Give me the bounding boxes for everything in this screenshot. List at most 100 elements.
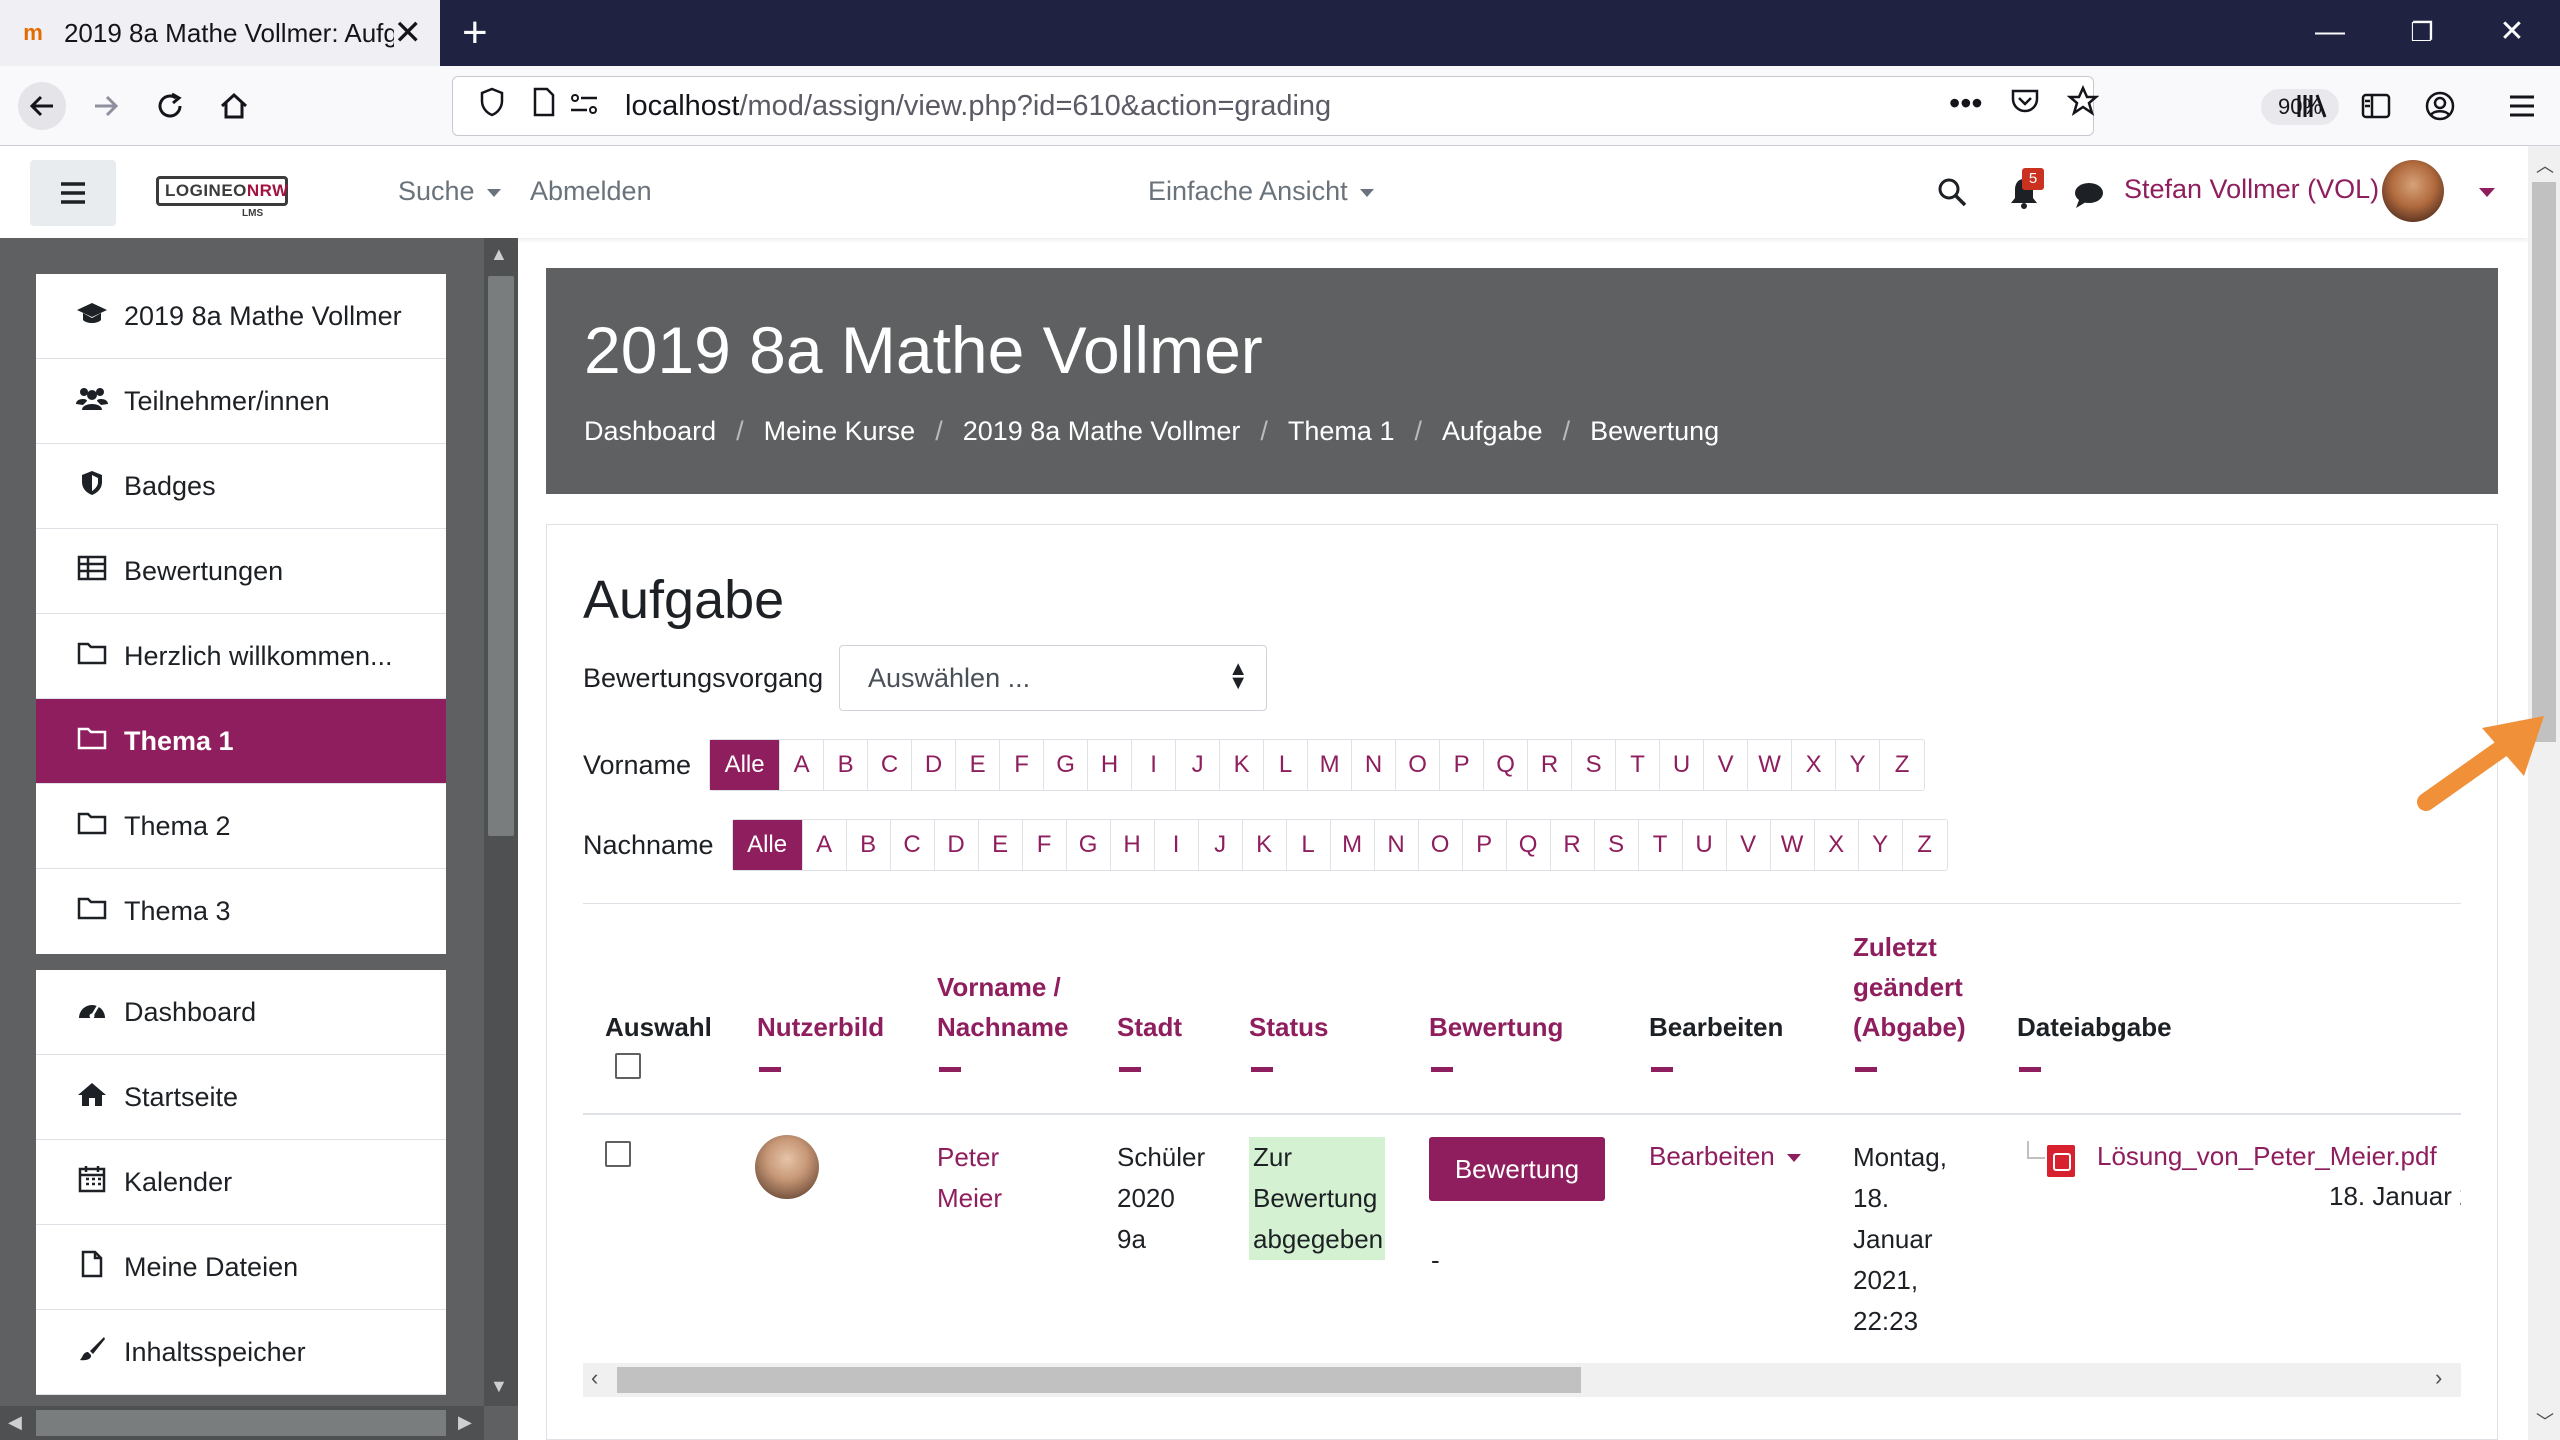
edit-dropdown-button[interactable]: Bearbeiten — [1649, 1141, 1801, 1172]
logout-link[interactable]: Abmelden — [530, 176, 652, 207]
new-tab-icon[interactable]: + — [462, 8, 488, 58]
firstname-initial-t[interactable]: T — [1616, 740, 1661, 790]
lastname-initial-m[interactable]: M — [1331, 820, 1375, 870]
collapse-column-icon[interactable] — [1651, 1067, 1673, 1072]
bookmark-star-icon[interactable] — [2066, 84, 2100, 125]
page-scroll-down-icon[interactable]: ﹀ — [2536, 1408, 2554, 1434]
lastname-initial-n[interactable]: N — [1375, 820, 1419, 870]
firstname-initial-j[interactable]: J — [1176, 740, 1221, 790]
column-header-picture[interactable]: Nutzerbild — [757, 1007, 884, 1047]
firstname-initial-m[interactable]: M — [1308, 740, 1353, 790]
permissions-icon[interactable] — [569, 92, 599, 121]
tab-close-icon[interactable]: ✕ — [394, 16, 423, 50]
firstname-initial-p[interactable]: P — [1440, 740, 1485, 790]
firstname-initial-d[interactable]: D — [912, 740, 957, 790]
lastname-initial-r[interactable]: R — [1551, 820, 1595, 870]
drawer-horizontal-scrollbar-thumb[interactable] — [36, 1410, 446, 1436]
restore-icon[interactable]: ❐ — [2392, 10, 2452, 54]
firstname-initial-i[interactable]: I — [1132, 740, 1177, 790]
lastname-initial-l[interactable]: L — [1287, 820, 1331, 870]
collapse-column-icon[interactable] — [2019, 1067, 2041, 1072]
lastname-initial-h[interactable]: H — [1111, 820, 1155, 870]
drawer-scroll-up-icon[interactable]: ▲ — [490, 244, 508, 265]
scroll-right-icon[interactable]: › — [2435, 1365, 2442, 1391]
sidebar-item-badges[interactable]: Badges — [36, 444, 446, 529]
firstname-initial-n[interactable]: N — [1352, 740, 1397, 790]
collapse-column-icon[interactable] — [1431, 1067, 1453, 1072]
breadcrumb-item-current[interactable]: Bewertung — [1590, 416, 1719, 447]
search-icon[interactable] — [1936, 176, 1968, 213]
firstname-initial-g[interactable]: G — [1044, 740, 1089, 790]
collapse-column-icon[interactable] — [1251, 1067, 1273, 1072]
url-text[interactable]: localhost/mod/assign/view.php?id=610&act… — [625, 90, 1331, 123]
lastname-initial-y[interactable]: Y — [1859, 820, 1903, 870]
breadcrumb-item[interactable]: Meine Kurse — [764, 416, 916, 447]
firstname-initial-q[interactable]: Q — [1484, 740, 1529, 790]
grade-button[interactable]: Bewertung — [1429, 1137, 1605, 1201]
lastname-initial-z[interactable]: Z — [1903, 820, 1947, 870]
breadcrumb-item[interactable]: 2019 8a Mathe Vollmer — [963, 416, 1241, 447]
search-menu[interactable]: Suche — [398, 176, 501, 207]
column-header-name-line1[interactable]: Vorname / — [937, 967, 1061, 1007]
home-icon[interactable] — [212, 84, 256, 128]
sidebar-item-course[interactable]: 2019 8a Mathe Vollmer — [36, 274, 446, 359]
back-arrow-icon[interactable] — [18, 82, 66, 130]
reload-icon[interactable] — [148, 84, 192, 128]
column-header-name-line2[interactable]: Nachname — [937, 1007, 1069, 1047]
firstname-initial-o[interactable]: O — [1396, 740, 1441, 790]
collapse-column-icon[interactable] — [759, 1067, 781, 1072]
drawer-scroll-right-icon[interactable]: ▶ — [458, 1412, 472, 1433]
drawer-scrollbar-thumb[interactable] — [488, 276, 514, 836]
account-icon[interactable] — [2418, 84, 2462, 128]
student-first-name[interactable]: Peter — [937, 1137, 999, 1178]
collapse-column-icon[interactable] — [1855, 1067, 1877, 1072]
firstname-initial-w[interactable]: W — [1748, 740, 1793, 790]
firstname-initial-a[interactable]: A — [780, 740, 825, 790]
breadcrumb-item[interactable]: Aufgabe — [1442, 416, 1543, 447]
sidebar-item-thema-3[interactable]: Thema 3 — [36, 869, 446, 954]
window-close-icon[interactable]: ✕ — [2482, 10, 2542, 54]
firstname-initial-b[interactable]: B — [824, 740, 869, 790]
lastname-initial-j[interactable]: J — [1199, 820, 1243, 870]
firstname-initial-c[interactable]: C — [868, 740, 913, 790]
column-header-modified-line3[interactable]: (Abgabe) — [1853, 1007, 1966, 1047]
url-bar[interactable]: localhost/mod/assign/view.php?id=610&act… — [452, 76, 2339, 136]
site-logo[interactable]: LOGINEONRW LMS — [156, 176, 288, 219]
select-all-checkbox[interactable] — [615, 1053, 641, 1079]
user-menu-name[interactable]: Stefan Vollmer (VOL) — [2124, 174, 2379, 205]
firstname-initial-all[interactable]: Alle — [710, 740, 781, 790]
sidebar-item-thema-1[interactable]: Thema 1 — [36, 699, 446, 784]
firstname-initial-l[interactable]: L — [1264, 740, 1309, 790]
drawer-scroll-left-icon[interactable]: ◀ — [8, 1412, 22, 1433]
collapse-column-icon[interactable] — [1119, 1067, 1141, 1072]
breadcrumb-item[interactable]: Thema 1 — [1288, 416, 1395, 447]
sidebar-item-grades[interactable]: Bewertungen — [36, 529, 446, 614]
lastname-initial-v[interactable]: V — [1727, 820, 1771, 870]
lastname-initial-q[interactable]: Q — [1507, 820, 1551, 870]
library-icon[interactable] — [2290, 84, 2334, 128]
student-last-name[interactable]: Meier — [937, 1178, 1002, 1219]
firstname-initial-h[interactable]: H — [1088, 740, 1133, 790]
breadcrumb-item[interactable]: Dashboard — [584, 416, 716, 447]
forward-arrow-icon[interactable] — [84, 84, 128, 128]
row-select-checkbox[interactable] — [605, 1141, 631, 1167]
submitted-file-link[interactable]: Lösung_von_Peter_Meier.pdf — [2097, 1141, 2437, 1172]
page-icon[interactable] — [531, 87, 557, 125]
sidebar-item-calendar[interactable]: Kalender — [36, 1140, 446, 1225]
shield-icon[interactable] — [479, 87, 505, 125]
collapse-column-icon[interactable] — [939, 1067, 961, 1072]
lastname-initial-d[interactable]: D — [935, 820, 979, 870]
lastname-initial-all[interactable]: Alle — [732, 820, 803, 870]
lastname-initial-i[interactable]: I — [1155, 820, 1199, 870]
firstname-initial-v[interactable]: V — [1704, 740, 1749, 790]
firstname-initial-r[interactable]: R — [1528, 740, 1573, 790]
column-header-status[interactable]: Status — [1249, 1007, 1328, 1047]
sidebar-icon[interactable] — [2354, 84, 2398, 128]
message-icon[interactable] — [2072, 180, 2106, 215]
firstname-initial-y[interactable]: Y — [1836, 740, 1881, 790]
sidebar-item-content-bank[interactable]: Inhaltsspeicher — [36, 1310, 446, 1395]
lastname-initial-c[interactable]: C — [891, 820, 935, 870]
lastname-initial-b[interactable]: B — [847, 820, 891, 870]
user-avatar[interactable] — [2382, 160, 2444, 222]
firstname-initial-e[interactable]: E — [956, 740, 1001, 790]
